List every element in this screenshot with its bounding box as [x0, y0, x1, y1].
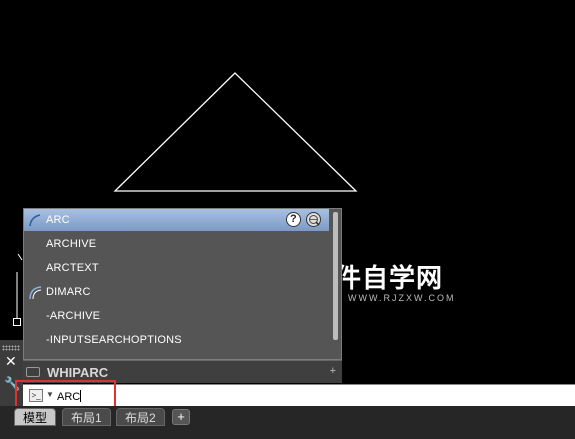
help-icon[interactable]: ?: [286, 212, 301, 227]
tab-layout1[interactable]: 布局1: [62, 408, 111, 426]
expand-history-button[interactable]: +: [330, 365, 336, 377]
layout-tabs: 模型 布局1 布局2 +: [0, 406, 575, 439]
drag-grip-icon[interactable]: [2, 345, 20, 351]
history-icon: [26, 367, 40, 377]
autocomplete-item-inputsearchoptions[interactable]: -INPUTSEARCHOPTIONS: [24, 329, 329, 351]
autocomplete-item-label: ARC: [46, 214, 70, 226]
autocomplete-item-label: -INPUTSEARCHOPTIONS: [46, 334, 182, 346]
autocomplete-item-arc[interactable]: ARC ?: [24, 209, 329, 231]
autocomplete-item-dimarc[interactable]: DIMARC: [24, 281, 329, 303]
watermark-url: WWW.RJZXW.COM: [348, 293, 456, 303]
search-internet-icon[interactable]: [306, 212, 321, 227]
triangle-shape[interactable]: [113, 72, 358, 192]
arc-icon: [29, 214, 41, 227]
tab-layout2[interactable]: 布局2: [116, 408, 165, 426]
dimarc-icon: [29, 286, 42, 300]
autocomplete-item-label: ARCTEXT: [46, 262, 99, 274]
ucs-axis-fragment: [17, 253, 23, 261]
autocomplete-item-arctext[interactable]: ARCTEXT: [24, 257, 329, 279]
ucs-origin-icon: [13, 318, 21, 326]
autocomplete-item-label: -ARCHIVE: [46, 310, 101, 322]
add-layout-button[interactable]: +: [172, 409, 190, 425]
autocomplete-item-label: DIMARC: [46, 286, 91, 298]
last-command: WHIPARC: [47, 365, 109, 380]
autocomplete-item-archive[interactable]: ARCHIVE: [24, 233, 329, 255]
close-icon[interactable]: ✕: [5, 353, 17, 370]
autocomplete-list: ARC ? ARCHIVE ARCTEXT DIMARC -ARCHIVE -I…: [23, 208, 342, 360]
tab-model[interactable]: 模型: [14, 408, 57, 426]
autocomplete-scrollbar[interactable]: [333, 212, 338, 340]
autocomplete-item-label: ARCHIVE: [46, 238, 97, 250]
autocomplete-item-archive-dash[interactable]: -ARCHIVE: [24, 305, 329, 327]
